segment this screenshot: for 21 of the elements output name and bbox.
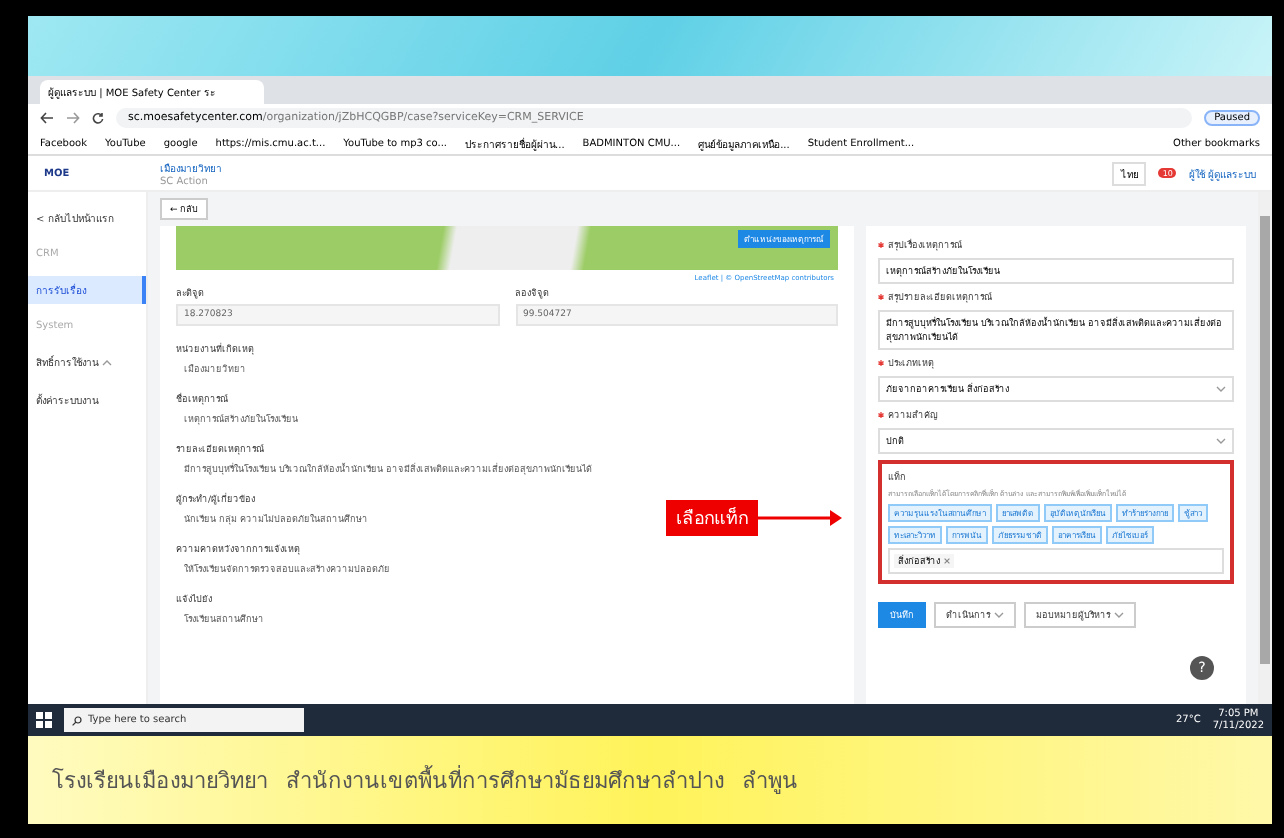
- caret-icon: [102, 359, 112, 365]
- required-icon: [878, 412, 884, 418]
- scrollbar-thumb[interactable]: [1260, 216, 1270, 664]
- caret-icon: [1216, 438, 1226, 444]
- caption-text: ลำพูน: [742, 766, 798, 798]
- forward-icon[interactable]: [66, 112, 80, 124]
- search-icon: [72, 715, 82, 725]
- caret-icon: [1216, 386, 1226, 392]
- required-icon: [878, 242, 884, 248]
- required-icon: [878, 360, 884, 366]
- caret-icon: [994, 612, 1004, 618]
- reload-icon[interactable]: [92, 112, 104, 124]
- arrow-icon: [758, 510, 842, 526]
- required-icon: [878, 294, 884, 300]
- caption-text: โรงเรียนเมืองมายวิทยา: [52, 766, 268, 798]
- annotation-label: เลือกแท็ก: [666, 500, 758, 536]
- caret-icon: [1114, 612, 1124, 618]
- windows-icon[interactable]: [36, 712, 52, 728]
- close-icon[interactable]: [944, 558, 950, 564]
- back-icon[interactable]: [40, 112, 54, 124]
- caption-text: สำนักงานเขตพื้นที่การศึกษามัธยมศึกษาลำปาง: [286, 763, 724, 798]
